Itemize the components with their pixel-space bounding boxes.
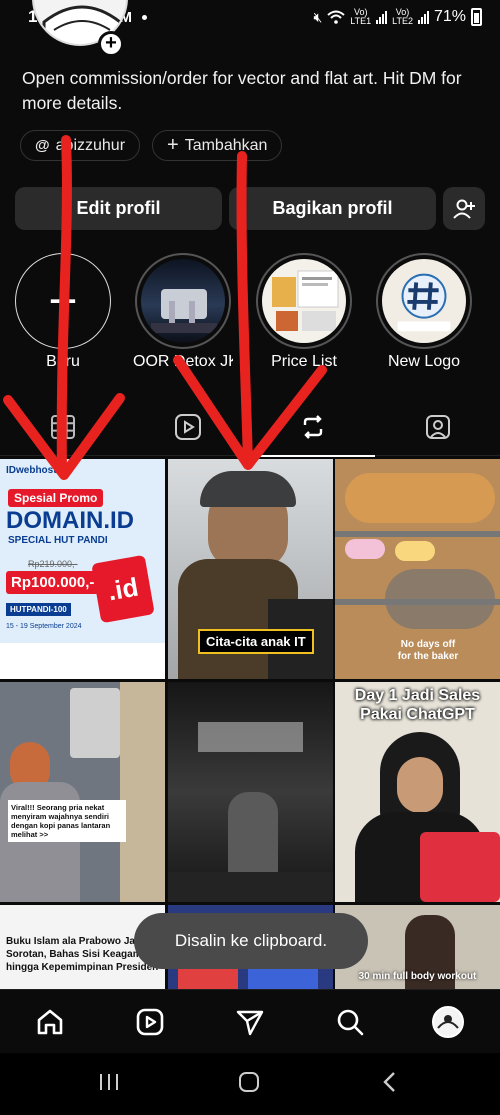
home-icon [37,1009,63,1035]
search-icon [337,1009,364,1036]
back-button[interactable] [380,1071,400,1098]
nav-messages[interactable] [232,1004,268,1040]
nav-profile[interactable] [430,1004,466,1040]
home-system-button[interactable] [238,1071,260,1098]
nav-home[interactable] [32,1004,68,1040]
nav-search[interactable] [332,1004,368,1040]
system-navigation-bar [0,1053,500,1115]
recent-apps-icon [100,1074,118,1090]
send-icon [236,1010,264,1036]
clipboard-toast: Disalin ke clipboard. [134,913,368,969]
recent-apps-button[interactable] [98,1071,120,1098]
bottom-nav [0,989,500,1053]
back-icon [383,1072,395,1092]
avatar-icon [432,1006,464,1038]
reels-icon [136,1008,164,1036]
home-circle-icon [239,1072,259,1092]
nav-reels[interactable] [132,1004,168,1040]
